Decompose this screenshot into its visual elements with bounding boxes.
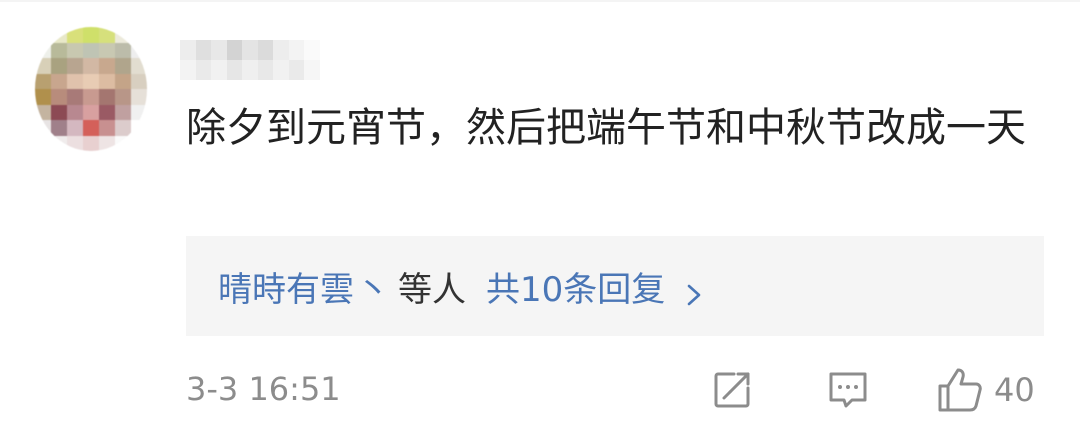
reply-count-link[interactable]: 共10条回复 [486, 262, 665, 311]
comment-text: 除夕到元宵节，然后把端午节和中秋节改成一天 [186, 105, 1026, 151]
comment-footer: 3-3 16:51 40 [186, 362, 1046, 418]
reply-suffix: 等人 [398, 269, 466, 310]
reply-separator: 丶 [356, 269, 390, 310]
username-obscured[interactable] [180, 40, 320, 80]
comment-bubble-icon [826, 368, 870, 412]
top-divider [0, 0, 1080, 2]
comment-button[interactable] [826, 362, 870, 418]
like-button[interactable]: 40 [936, 362, 1035, 418]
replies-preview[interactable]: 晴時有雲 丶 等人 共10条回复 [186, 236, 1044, 336]
share-button[interactable] [710, 362, 754, 418]
reply-usernames[interactable]: 晴時有雲 [218, 262, 354, 311]
comment-timestamp: 3-3 16:51 [186, 370, 341, 408]
edit-share-icon [710, 368, 754, 412]
chevron-right-icon [683, 275, 705, 306]
avatar[interactable] [35, 27, 147, 151]
like-count: 40 [994, 371, 1035, 409]
thumbs-up-icon [936, 366, 984, 414]
